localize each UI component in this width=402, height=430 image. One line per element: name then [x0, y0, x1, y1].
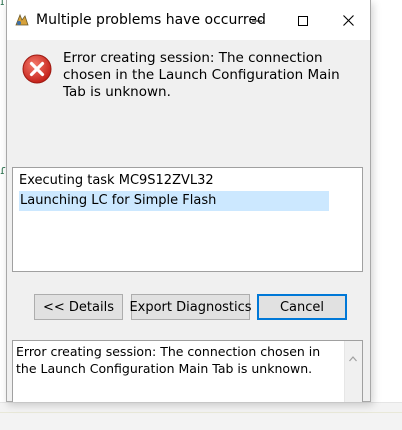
- dialog-title: Multiple problems have occurred: [36, 12, 266, 28]
- list-item[interactable]: Executing task MC9S12ZVL32: [19, 171, 214, 191]
- minimize-button[interactable]: [234, 0, 280, 40]
- details-button[interactable]: << Details: [34, 294, 123, 320]
- eclipse-app-icon: [14, 12, 30, 28]
- error-icon: [22, 54, 52, 84]
- close-button[interactable]: [325, 0, 371, 40]
- maximize-icon: [298, 11, 308, 30]
- details-text-area[interactable]: Error creating session: The connection c…: [12, 340, 363, 402]
- problems-dialog: Multiple problems have occurred Error cr…: [6, 0, 371, 402]
- scroll-up-icon[interactable]: [349, 347, 357, 362]
- list-item-selected[interactable]: Launching LC for Simple Flash: [19, 191, 329, 211]
- details-scrollbar[interactable]: [344, 341, 362, 402]
- maximize-button[interactable]: [280, 0, 326, 40]
- close-icon: [342, 11, 354, 30]
- minimize-icon: [252, 11, 262, 30]
- screen: ɾ ɾ Multiple problems have occurred Erro…: [0, 0, 402, 430]
- error-message: Error creating session: The connection c…: [63, 50, 340, 100]
- cancel-button[interactable]: Cancel: [257, 294, 347, 320]
- task-list[interactable]: Executing task MC9S12ZVL32 Launching LC …: [12, 167, 363, 272]
- details-text: Error creating session: The connection c…: [16, 344, 321, 376]
- background-editor-strip: [0, 402, 402, 430]
- export-diagnostics-button[interactable]: Export Diagnostics: [129, 294, 252, 320]
- title-bar[interactable]: Multiple problems have occurred: [7, 0, 370, 40]
- background-editor-line: [0, 412, 402, 413]
